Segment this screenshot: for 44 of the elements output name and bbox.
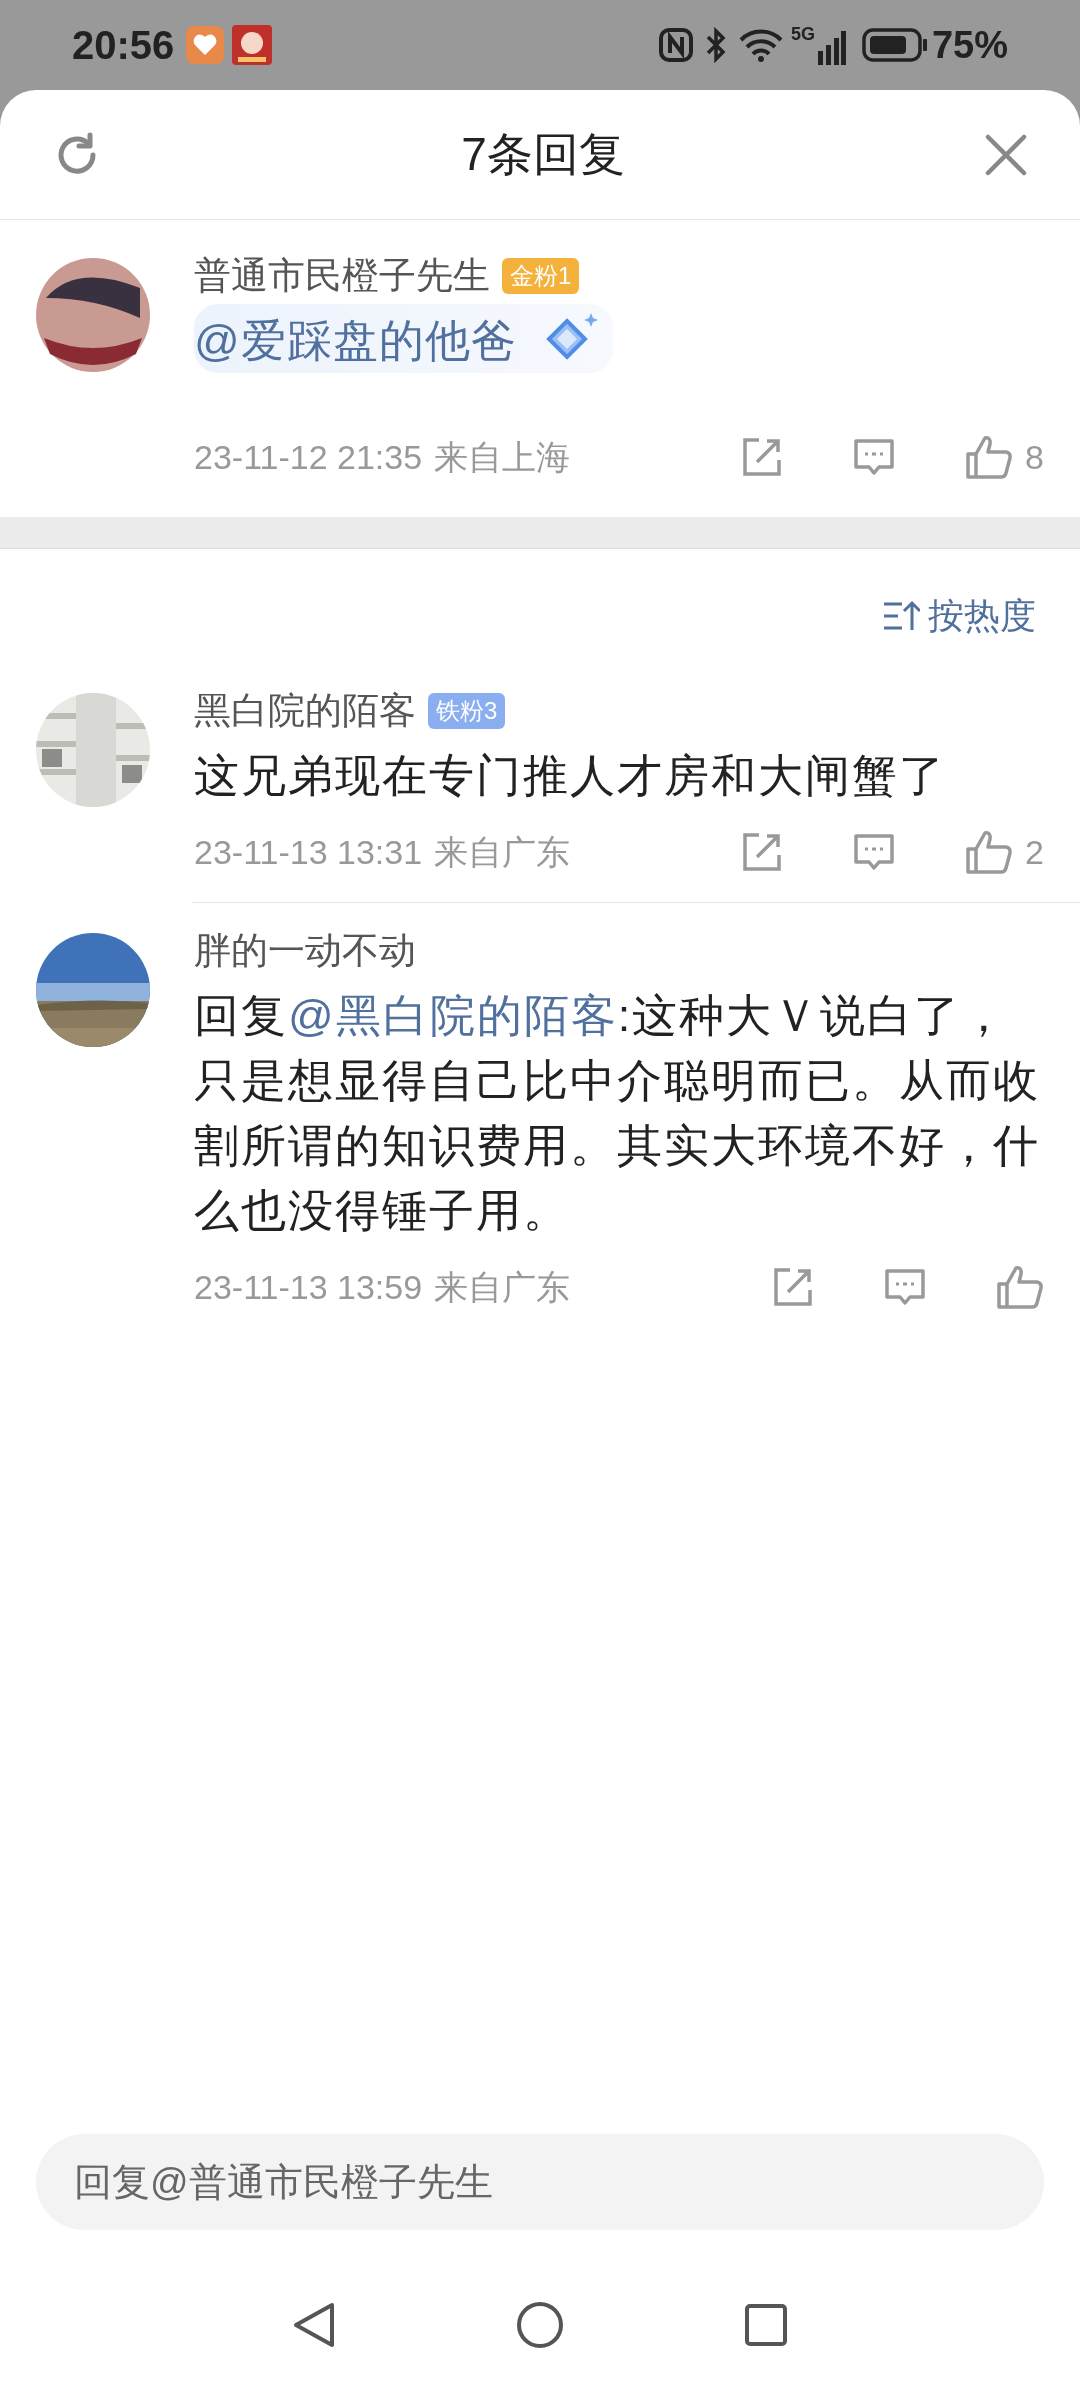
username[interactable]: 胖的一动不动 <box>194 923 416 979</box>
fan-badge: 金粉1 <box>502 258 580 294</box>
comment-location: 来自广东 <box>434 831 571 873</box>
share-icon[interactable] <box>741 831 784 873</box>
comment-time: 23-11-13 13:59 <box>194 1266 423 1308</box>
back-icon[interactable] <box>292 2301 336 2349</box>
mention-link[interactable]: @黑白院的陌客 <box>288 990 618 1041</box>
comment-location: 来自广东 <box>434 1266 571 1308</box>
thumbs-up-icon[interactable] <box>965 829 1014 875</box>
share-icon[interactable] <box>772 1266 814 1308</box>
bluetooth-icon <box>704 27 727 63</box>
battery-percent: 75% <box>931 22 1008 68</box>
home-icon[interactable] <box>516 2301 564 2349</box>
heart-app-icon <box>186 26 225 64</box>
comment-icon[interactable] <box>853 436 896 478</box>
like-count: 8 <box>1025 436 1044 478</box>
username[interactable]: 普通市民橙子先生 <box>194 248 490 304</box>
sort-icon <box>882 600 920 632</box>
thumbs-up-icon[interactable] <box>996 1264 1044 1310</box>
wifi-icon <box>738 28 783 62</box>
battery-icon <box>861 28 928 62</box>
sheet-title: 7条回复 <box>461 127 625 182</box>
fan-badge: 铁粉3 <box>428 693 506 729</box>
clock-time: 20:56 <box>72 22 175 69</box>
recents-icon[interactable] <box>744 2303 788 2347</box>
nfc-icon <box>658 28 693 62</box>
share-icon[interactable] <box>741 436 784 478</box>
like-count: 2 <box>1025 831 1044 873</box>
comment-time: 23-11-13 13:31 <box>194 831 423 873</box>
comment-icon[interactable] <box>884 1266 926 1308</box>
shopping-app-icon <box>232 25 273 65</box>
comment-text: 这兄弟现在专门推人才房和大闸蟹了 <box>194 749 947 803</box>
comment-text: 回复@黑白院的陌客:这种大Ｖ说白了，只是想显得自己比中介聪明而已。从而收割所谓的知识费用。其实大环境不好，什么也没得锤子用。 <box>194 989 1041 1238</box>
avatar[interactable] <box>36 258 150 372</box>
close-icon[interactable] <box>984 132 1028 177</box>
comment-location: 来自上海 <box>434 436 571 478</box>
comment-time: 23-11-12 21:35 <box>194 436 423 478</box>
comment-icon[interactable] <box>853 831 896 873</box>
username[interactable]: 黑白院的陌客 <box>194 683 416 739</box>
network-label: 5G <box>790 25 815 43</box>
sort-button[interactable]: 按热度 <box>882 589 1036 643</box>
thumbs-up-icon[interactable] <box>965 434 1014 480</box>
reply-field[interactable]: 回复@普通市民橙子先生 <box>36 2134 1044 2230</box>
signal-icon <box>817 31 846 65</box>
